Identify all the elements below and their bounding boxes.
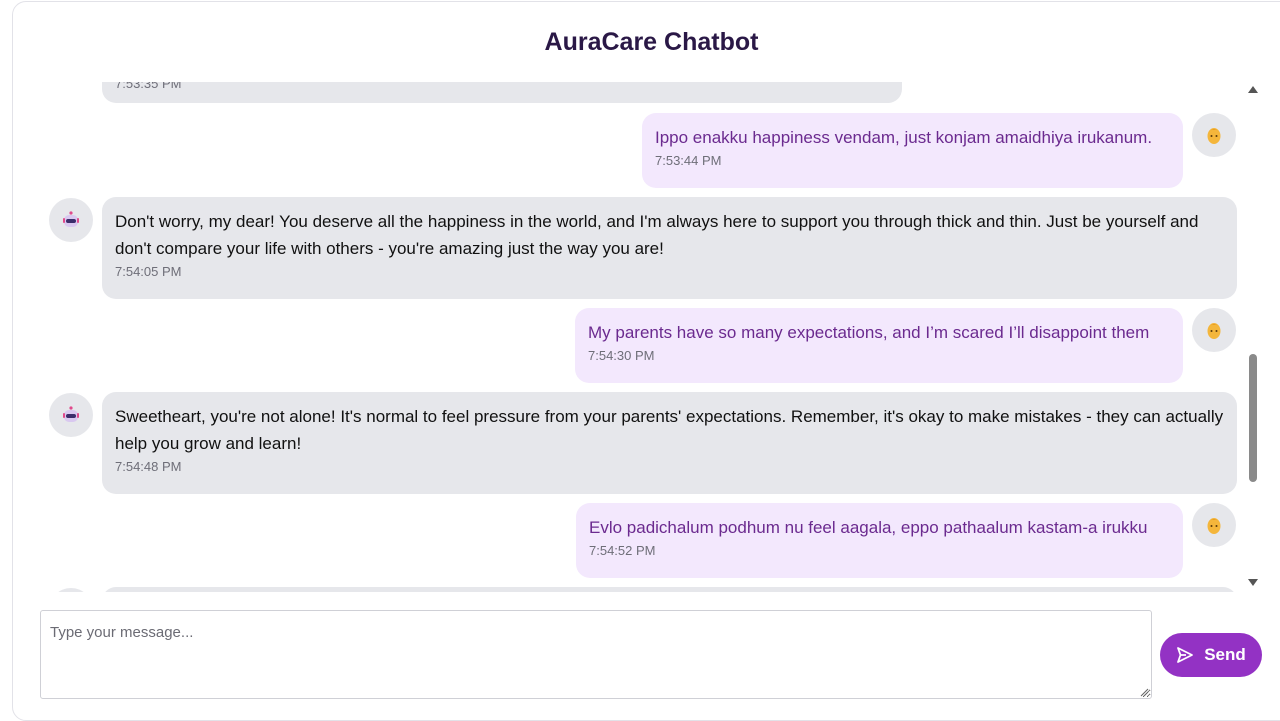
person-icon <box>1207 128 1221 144</box>
message-time: 7:53:35 PM <box>115 82 182 91</box>
bot-message: Don't worry, my dear! You deserve all th… <box>102 197 1237 299</box>
bot-message: Sweetheart, you're not alone! It's norma… <box>102 392 1237 494</box>
user-avatar <box>1192 113 1236 157</box>
user-avatar <box>1192 503 1236 547</box>
bot-avatar <box>49 198 93 242</box>
user-avatar <box>1192 308 1236 352</box>
message-input[interactable] <box>40 610 1152 699</box>
user-message: Ippo enakku happiness vendam, just konja… <box>642 113 1183 188</box>
scroll-down-arrow-icon[interactable] <box>1248 579 1258 586</box>
message-text: Don't worry, my dear! You deserve all th… <box>115 212 1199 258</box>
robot-icon <box>63 211 79 227</box>
message-text: Ippo enakku happiness vendam, just konja… <box>655 128 1153 147</box>
bot-message: 7:53:35 PM <box>102 82 902 103</box>
message-time: 7:54:30 PM <box>588 348 655 363</box>
send-button-label: Send <box>1204 645 1246 664</box>
message-text: Evlo padichalum podhum nu feel aagala, e… <box>589 518 1148 537</box>
person-icon <box>1207 518 1221 534</box>
bot-message <box>102 587 1237 592</box>
scrollbar-thumb[interactable] <box>1249 354 1257 482</box>
message-text: Sweetheart, you're not alone! It's norma… <box>115 407 1224 453</box>
message-time: 7:54:52 PM <box>589 543 656 558</box>
person-icon <box>1207 323 1221 339</box>
user-message: Evlo padichalum podhum nu feel aagala, e… <box>576 503 1183 578</box>
bot-avatar <box>49 588 93 592</box>
page-title: AuraCare Chatbot <box>544 28 759 56</box>
message-list[interactable]: 7:53:35 PM Ippo enakku happiness vendam,… <box>13 82 1246 592</box>
send-button[interactable]: Send <box>1160 633 1262 677</box>
bot-avatar <box>49 393 93 437</box>
scroll-up-arrow-icon[interactable] <box>1248 86 1258 93</box>
robot-icon <box>63 406 79 422</box>
message-scrollbar[interactable] <box>1246 82 1260 592</box>
resize-handle-icon[interactable] <box>1140 688 1149 697</box>
user-message: My parents have so many expectations, an… <box>575 308 1183 383</box>
send-icon <box>1177 647 1194 663</box>
message-text: My parents have so many expectations, an… <box>588 323 1150 342</box>
message-time: 7:53:44 PM <box>655 153 722 168</box>
message-time: 7:54:05 PM <box>115 264 182 279</box>
message-time: 7:54:48 PM <box>115 459 182 474</box>
